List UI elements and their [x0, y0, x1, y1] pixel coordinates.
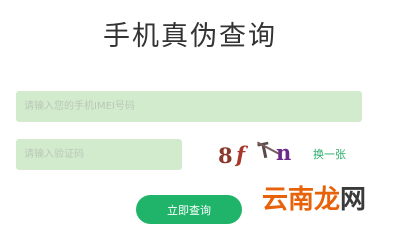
imei-input[interactable]	[16, 91, 362, 122]
page: 手机真伪查询 8 f T n 换一张 立即查询 云南龙网	[0, 0, 400, 226]
site-watermark: 云南龙网	[262, 179, 366, 216]
captcha-char: f	[236, 142, 246, 167]
captcha-char: 8	[218, 143, 233, 168]
page-title: 手机真伪查询	[103, 21, 277, 52]
refresh-captcha-link[interactable]: 换一张	[313, 146, 346, 162]
watermark-text-end: 网	[340, 185, 367, 215]
submit-query-button[interactable]: 立即查询	[136, 195, 242, 224]
captcha-code-input[interactable]	[16, 139, 182, 170]
watermark-text: 云南龙	[262, 185, 341, 215]
captcha-image[interactable]: 8 f T n	[212, 137, 300, 171]
